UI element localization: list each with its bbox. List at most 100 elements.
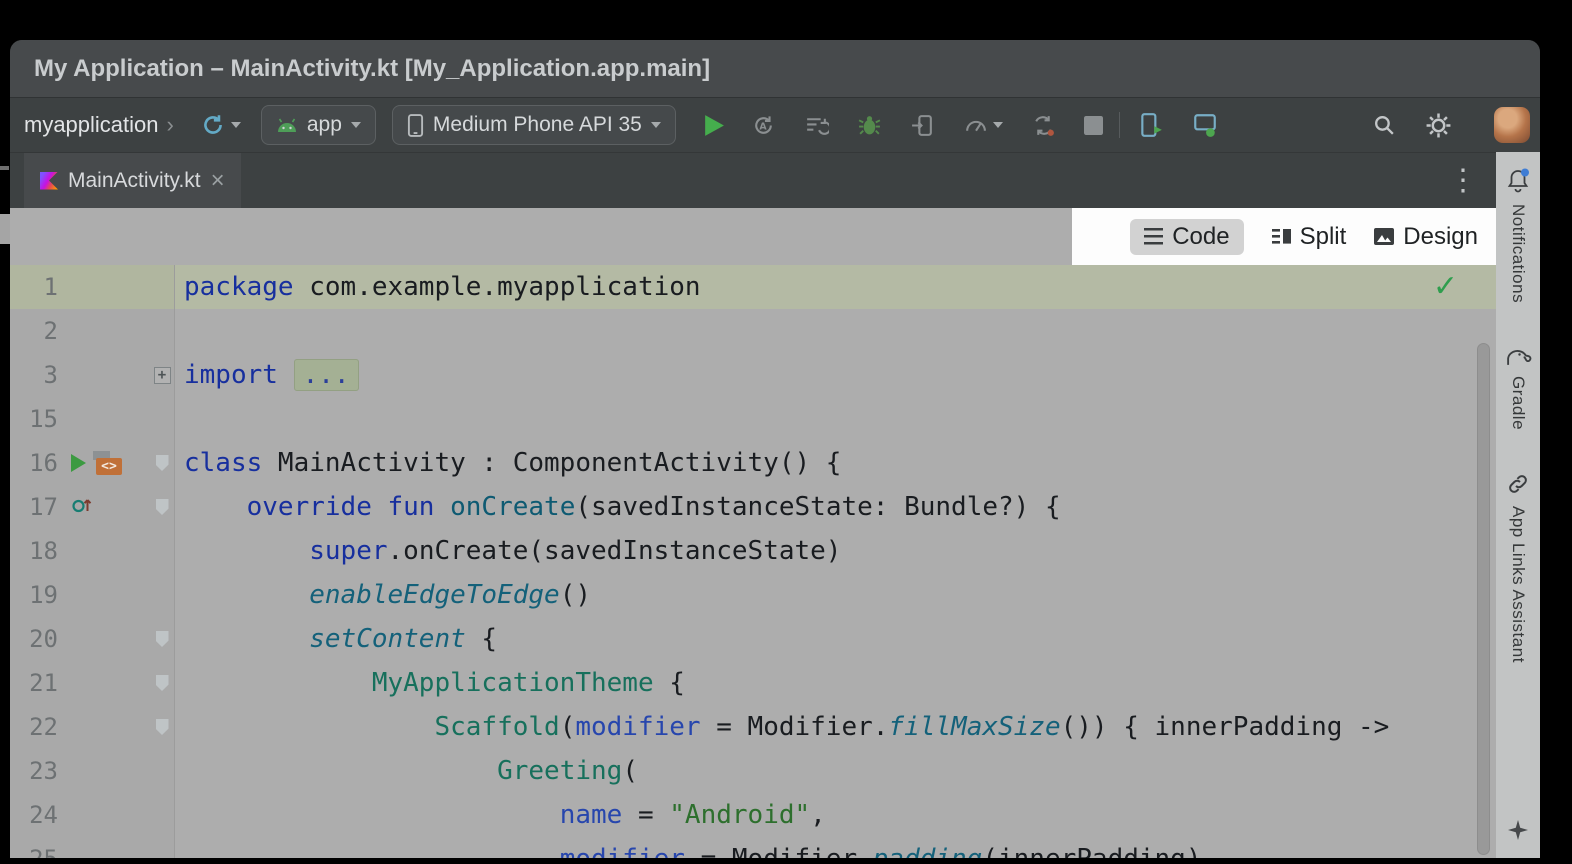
code-text[interactable]: name = "Android",: [175, 800, 826, 830]
fold-collapse-icon[interactable]: [156, 719, 169, 735]
code-text[interactable]: MyApplicationTheme {: [175, 668, 685, 698]
line-number[interactable]: 3: [10, 361, 58, 389]
apply-changes-restart-button[interactable]: A: [747, 109, 780, 142]
gutter: 17: [10, 485, 175, 529]
tool-label-app-links-assistant: App Links Assistant: [1508, 506, 1528, 663]
running-devices-button[interactable]: [1188, 108, 1222, 142]
code-text[interactable]: import ...: [175, 360, 359, 390]
design-view-label: Design: [1403, 223, 1478, 251]
code-text[interactable]: package com.example.myapplication: [175, 272, 701, 302]
code-text[interactable]: modifier = Modifier.padding(innerPadding…: [175, 844, 1202, 858]
gutter: 15: [10, 397, 175, 441]
code-line[interactable]: 22 Scaffold(modifier = Modifier.fillMaxS…: [10, 705, 1496, 749]
line-number[interactable]: 22: [10, 713, 58, 741]
gutter: 24: [10, 793, 175, 837]
gutter: 16 <>: [10, 441, 175, 485]
code-line[interactable]: 3 +import ...: [10, 353, 1496, 397]
line-number[interactable]: 15: [10, 405, 58, 433]
code-line[interactable]: 17 override fun onCreate(savedInstanceSt…: [10, 485, 1496, 529]
tab-mainactivity[interactable]: MainActivity.kt ×: [24, 153, 241, 209]
editor-options-kebab-icon[interactable]: ⋮: [1448, 166, 1478, 196]
view-mode-split-button[interactable]: Split: [1272, 223, 1347, 251]
code-line[interactable]: 25 modifier = Modifier.padding(innerPadd…: [10, 837, 1496, 858]
split-view-icon: [1272, 228, 1291, 245]
line-number[interactable]: 24: [10, 801, 58, 829]
view-mode-design-button[interactable]: Design: [1374, 223, 1478, 251]
code-line[interactable]: 1 package com.example.myapplication ✓: [10, 265, 1496, 309]
override-gutter-icon[interactable]: [71, 492, 93, 522]
tool-button-gradle[interactable]: Gradle: [1505, 345, 1532, 430]
run-gutter-icon[interactable]: [71, 454, 86, 472]
close-tab-icon[interactable]: ×: [211, 169, 225, 193]
code-text[interactable]: enableEdgeToEdge(): [175, 580, 591, 610]
vertical-scrollbar[interactable]: [1477, 343, 1490, 855]
toolbar-icon-group: A: [747, 109, 1107, 142]
profiler-button[interactable]: [959, 109, 1007, 142]
code-line[interactable]: 16 <> class MainActivity : ComponentActivi…: [10, 441, 1496, 485]
code-line[interactable]: 19 enableEdgeToEdge(): [10, 573, 1496, 617]
code-line[interactable]: 23 Greeting(: [10, 749, 1496, 793]
stop-button[interactable]: [1080, 112, 1107, 139]
compose-preview-gutter-icon[interactable]: <>: [93, 450, 123, 476]
code-text[interactable]: class MainActivity : ComponentActivity()…: [175, 448, 841, 478]
gemini-sparkle-button[interactable]: [1507, 819, 1529, 846]
device-label: Medium Phone API 35: [433, 113, 642, 137]
fold-collapse-icon[interactable]: [156, 631, 169, 647]
fold-collapse-icon[interactable]: [156, 455, 169, 471]
tool-button-app-links-assistant[interactable]: App Links Assistant: [1506, 472, 1530, 663]
project-widget[interactable]: myapplication ›: [24, 112, 174, 138]
view-mode-switcher: Code Split Design: [1072, 208, 1496, 265]
code-text[interactable]: override fun onCreate(savedInstanceState…: [175, 492, 1061, 522]
line-number[interactable]: 25: [10, 845, 58, 858]
code-line[interactable]: 2: [10, 309, 1496, 353]
chevron-down-icon: [231, 122, 241, 128]
device-selector[interactable]: Medium Phone API 35: [392, 105, 676, 145]
line-number[interactable]: 19: [10, 581, 58, 609]
line-number[interactable]: 20: [10, 625, 58, 653]
code-editor[interactable]: Code Split Design 1 package com.example.m…: [10, 208, 1496, 858]
line-number[interactable]: 1: [10, 273, 58, 301]
run-button[interactable]: [698, 109, 729, 142]
line-number[interactable]: 16: [10, 449, 58, 477]
fold-expand-icon[interactable]: +: [154, 367, 171, 384]
right-tool-stripe: Notifications Gradle App Links Assistant: [1496, 152, 1540, 858]
line-number[interactable]: 17: [10, 493, 58, 521]
code-text[interactable]: setContent {: [175, 624, 497, 654]
code-line[interactable]: 20 setContent {: [10, 617, 1496, 661]
line-number[interactable]: 21: [10, 669, 58, 697]
line-number[interactable]: 18: [10, 537, 58, 565]
rerun-tests-button[interactable]: [1027, 109, 1060, 142]
code-line[interactable]: 18 super.onCreate(savedInstanceState): [10, 529, 1496, 573]
code-line[interactable]: 21 MyApplicationTheme {: [10, 661, 1496, 705]
kotlin-file-icon: [40, 172, 58, 190]
attach-debugger-button[interactable]: [906, 109, 939, 142]
gutter: 25: [10, 837, 175, 858]
fold-collapse-icon[interactable]: [156, 499, 169, 515]
design-view-icon: [1374, 228, 1394, 245]
tool-button-notifications[interactable]: Notifications: [1506, 168, 1530, 303]
device-manager-button[interactable]: [1134, 108, 1168, 142]
fold-column: [150, 631, 174, 647]
code-area[interactable]: 1package com.example.myapplication✓23+im…: [10, 265, 1496, 858]
line-number[interactable]: 23: [10, 757, 58, 785]
view-mode-code-button[interactable]: Code: [1130, 219, 1243, 255]
user-avatar[interactable]: [1494, 107, 1530, 143]
phone-icon: [407, 113, 424, 138]
debug-button[interactable]: [853, 109, 886, 142]
gradle-sync-button[interactable]: [196, 108, 245, 142]
code-line[interactable]: 24 name = "Android",: [10, 793, 1496, 837]
code-text[interactable]: super.onCreate(savedInstanceState): [175, 536, 841, 566]
fold-collapse-icon[interactable]: [156, 675, 169, 691]
code-text[interactable]: Scaffold(modifier = Modifier.fillMaxSize…: [175, 712, 1389, 742]
line-number[interactable]: 2: [10, 317, 58, 345]
code-line[interactable]: 15: [10, 397, 1496, 441]
project-name[interactable]: myapplication: [24, 112, 159, 138]
search-everywhere-button[interactable]: [1368, 109, 1401, 142]
run-configuration-selector[interactable]: app: [261, 105, 376, 145]
sync-icon: [200, 112, 226, 138]
code-text[interactable]: Greeting(: [175, 756, 638, 786]
apply-code-changes-button[interactable]: [800, 109, 833, 142]
settings-button[interactable]: [1421, 108, 1456, 143]
editor-view-bar: Code Split Design: [10, 208, 1496, 265]
inspection-check-icon: ✓: [1433, 269, 1458, 304]
